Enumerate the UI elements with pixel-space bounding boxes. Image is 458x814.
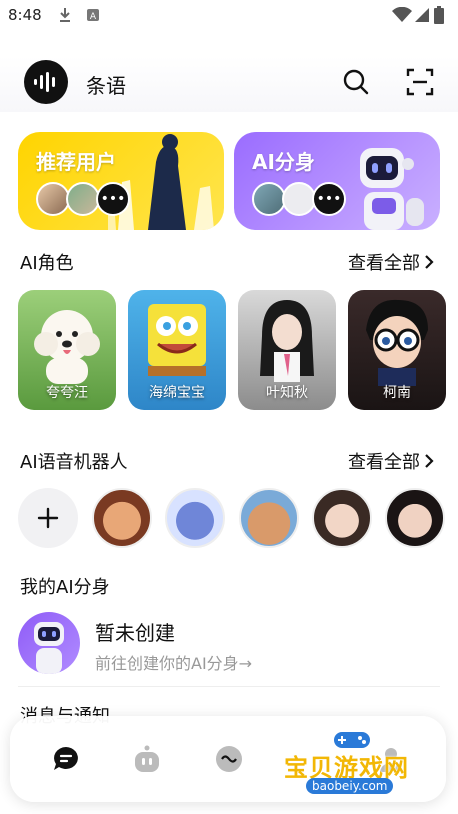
wave-nav-icon[interactable] <box>214 744 244 774</box>
avatar <box>252 182 286 216</box>
soundwave-icon <box>34 72 55 92</box>
svg-text:A: A <box>90 12 97 22</box>
status-time: 8:48 <box>8 6 42 24</box>
character-card[interactable]: 海绵宝宝 <box>128 290 226 410</box>
robot-avatar[interactable] <box>239 488 299 548</box>
robot-icon <box>34 622 64 674</box>
recommended-avatars: ••• <box>36 182 130 216</box>
robot-avatar[interactable] <box>312 488 372 548</box>
character-name: 柯南 <box>383 385 411 401</box>
ai-clone-title: AI分身 <box>252 150 315 174</box>
battery-icon <box>434 6 444 24</box>
add-robot-button[interactable] <box>18 488 78 548</box>
plus-icon <box>37 507 59 529</box>
character-name: 叶知秋 <box>266 385 308 401</box>
recommended-users-card[interactable]: 推荐用户 ••• <box>18 132 224 230</box>
character-card[interactable]: 叶知秋 <box>238 290 336 410</box>
divider <box>18 686 440 687</box>
signal-icon <box>415 8 429 22</box>
watermark: 宝贝游戏网 baobeiy.com <box>284 726 424 796</box>
ai-roles-title: AI角色 <box>20 253 74 274</box>
status-bar: 8:48 A <box>0 0 458 32</box>
avatar <box>36 182 70 216</box>
search-icon[interactable] <box>342 68 370 96</box>
robot-avatar[interactable] <box>385 488 445 548</box>
ai-clone-card[interactable]: AI分身 ••• <box>234 132 440 230</box>
more-icon: ••• <box>312 182 346 216</box>
notification-app-icon: A <box>87 9 99 22</box>
robot-nav-icon[interactable] <box>132 744 162 774</box>
character-card[interactable]: 柯南 <box>348 290 446 410</box>
boy-illustration <box>366 299 428 386</box>
ai-roles-view-all[interactable]: 查看全部 <box>348 249 434 275</box>
robot-avatar[interactable] <box>165 488 225 548</box>
chevron-right-icon <box>425 454 434 468</box>
recommended-users-title: 推荐用户 <box>36 150 116 174</box>
wifi-icon <box>392 7 412 22</box>
avatar <box>282 182 316 216</box>
avatar <box>66 182 100 216</box>
sponge-illustration <box>148 304 206 376</box>
my-clone-status: 暂未创建 <box>95 621 175 645</box>
chevron-right-icon <box>425 255 434 269</box>
voice-robots-view-all[interactable]: 查看全部 <box>348 448 434 474</box>
my-clone-title: 我的AI分身 <box>20 577 110 598</box>
create-clone-link[interactable]: 前往创建你的AI分身→ <box>95 650 252 674</box>
robot-avatar[interactable] <box>92 488 152 548</box>
puppy-illustration <box>34 310 100 384</box>
girl-illustration <box>260 300 314 382</box>
download-icon <box>60 8 70 22</box>
my-clone-avatar[interactable] <box>18 612 80 674</box>
ai-clone-avatars: ••• <box>252 182 346 216</box>
more-icon: ••• <box>96 182 130 216</box>
chat-icon[interactable] <box>51 744 81 774</box>
view-all-label: 查看全部 <box>348 452 420 473</box>
app-logo[interactable] <box>24 60 68 104</box>
robot-illustration <box>360 148 424 230</box>
app-header: 条语 <box>0 56 458 112</box>
character-card[interactable]: 夸夸汪 <box>18 290 116 410</box>
character-name: 海绵宝宝 <box>149 385 205 401</box>
view-all-label: 查看全部 <box>348 253 420 274</box>
character-name: 夸夸汪 <box>46 385 88 401</box>
watermark-url: baobeiy.com <box>306 778 394 794</box>
app-name: 条语 <box>86 74 126 98</box>
voice-robots-title: AI语音机器人 <box>20 452 128 473</box>
scan-icon[interactable] <box>406 68 434 96</box>
gamepad-icon <box>334 732 370 748</box>
